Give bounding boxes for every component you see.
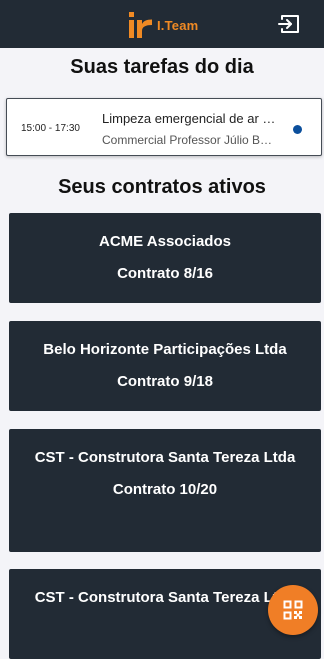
contract-number: Contrato 8/16 <box>117 265 213 282</box>
task-status-dot <box>293 125 302 134</box>
contracts-section-title: Seus contratos ativos <box>58 176 266 198</box>
contract-name: Belo Horizonte Participações Ltda <box>43 341 287 358</box>
tasks-section-title: Suas tarefas do dia <box>70 56 254 78</box>
task-title: Limpeza emergencial de ar condicionado <box>102 111 277 126</box>
contract-card[interactable]: ACME Associados Contrato 8/16 <box>9 213 321 303</box>
qr-scan-button[interactable] <box>268 585 318 635</box>
contract-card[interactable]: Belo Horizonte Participações Ltda Contra… <box>9 321 321 411</box>
ir-logo-icon <box>129 12 152 38</box>
contract-name: ACME Associados <box>99 233 231 250</box>
contract-card[interactable]: CST - Construtora Santa Tereza Ltda Cont… <box>9 429 321 552</box>
brand-name: I.Team <box>157 17 199 33</box>
logout-icon[interactable] <box>277 12 301 36</box>
brand: I.Team <box>128 10 198 40</box>
contract-number: Contrato 9/18 <box>117 373 213 390</box>
contract-name: CST - Construtora Santa Tereza Ltda <box>34 449 296 466</box>
qr-code-icon <box>283 600 303 620</box>
task-location: Commercial Professor Júlio Bueno <box>102 133 277 147</box>
app-header: I.Team <box>0 0 324 48</box>
contract-number: Contrato 10/20 <box>112 481 218 498</box>
task-time: 15:00 - 17:30 <box>21 123 80 134</box>
task-card[interactable]: 15:00 - 17:30 Limpeza emergencial de ar … <box>6 98 322 156</box>
